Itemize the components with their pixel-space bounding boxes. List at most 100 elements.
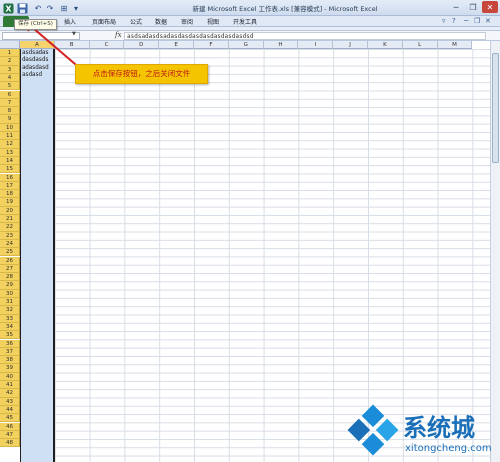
row-header-2[interactable]: 2 — [0, 57, 20, 66]
row-header-20[interactable]: 20 — [0, 206, 20, 215]
ribbon-collapse-icon[interactable]: ▿ — [442, 17, 446, 25]
row-header-12[interactable]: 12 — [0, 140, 20, 149]
row-header-34[interactable]: 34 — [0, 322, 20, 332]
tab-review[interactable]: 审阅 — [181, 17, 193, 26]
row-header-7[interactable]: 7 — [0, 98, 20, 108]
maximize-button[interactable]: ❐ — [465, 1, 481, 13]
column-header-b[interactable]: B — [54, 41, 90, 49]
row-header-37[interactable]: 37 — [0, 347, 20, 357]
row-header-27[interactable]: 27 — [0, 264, 20, 274]
scrollbar-thumb[interactable] — [492, 53, 499, 163]
undo-button[interactable]: ↶ — [32, 2, 44, 14]
column-header-m[interactable]: M — [437, 41, 473, 49]
redo-button[interactable]: ↷ — [44, 2, 56, 14]
column-header-e[interactable]: E — [159, 41, 194, 49]
column-header-i[interactable]: I — [298, 41, 334, 49]
select-all-corner[interactable] — [0, 41, 20, 49]
doc-restore-icon[interactable]: ❐ — [474, 17, 480, 25]
row-header-22[interactable]: 22 — [0, 223, 20, 232]
column-header-k[interactable]: K — [368, 41, 403, 49]
doc-minimize-icon[interactable]: ─ — [464, 17, 468, 25]
row-header-41[interactable]: 41 — [0, 381, 20, 390]
row-header-28[interactable]: 28 — [0, 273, 20, 282]
cell-a1[interactable]: asdsadas dasdasds adasdasd asdasd — [22, 49, 56, 78]
column-header-d[interactable]: D — [124, 41, 160, 49]
row-header-40[interactable]: 40 — [0, 372, 20, 381]
tab-data[interactable]: 数据 — [155, 17, 167, 26]
name-box-dropdown-icon[interactable]: ▼ — [72, 31, 76, 37]
cell-area[interactable] — [20, 49, 490, 462]
row-header-36[interactable]: 36 — [0, 339, 20, 348]
row-header-46[interactable]: 46 — [0, 422, 20, 431]
restore-icon: ❐ — [469, 2, 477, 12]
selected-column-a[interactable] — [20, 49, 55, 462]
row-header-1[interactable]: 1 — [0, 49, 20, 58]
row-header-31[interactable]: 31 — [0, 298, 20, 307]
row-header-3[interactable]: 3 — [0, 65, 20, 74]
row-header-17[interactable]: 17 — [0, 181, 20, 191]
name-box[interactable] — [2, 32, 80, 40]
insert-function-icon[interactable]: fx — [115, 31, 122, 39]
row-header-9[interactable]: 9 — [0, 115, 20, 124]
row-header-24[interactable]: 24 — [0, 239, 20, 249]
row-header-25[interactable]: 25 — [0, 248, 20, 257]
row-header-4[interactable]: 4 — [0, 73, 20, 83]
row-header-33[interactable]: 33 — [0, 314, 20, 323]
formula-input[interactable]: asdsadasdsadasdasdasdasdasdasdasdsd — [124, 32, 486, 40]
column-header-j[interactable]: J — [333, 41, 368, 49]
row-header-47[interactable]: 47 — [0, 430, 20, 440]
tab-developer[interactable]: 开发工具 — [233, 17, 257, 26]
tab-insert[interactable]: 插入 — [64, 17, 76, 26]
row-header-5[interactable]: 5 — [0, 82, 20, 91]
row-header-35[interactable]: 35 — [0, 331, 20, 340]
close-button[interactable]: ✕ — [482, 1, 498, 13]
row-header-23[interactable]: 23 — [0, 231, 20, 240]
column-header-h[interactable]: H — [263, 41, 299, 49]
row-header-11[interactable]: 11 — [0, 132, 20, 141]
row-header-10[interactable]: 10 — [0, 123, 20, 132]
row-header-39[interactable]: 39 — [0, 364, 20, 373]
row-header-14[interactable]: 14 — [0, 156, 20, 166]
row-header-30[interactable]: 30 — [0, 289, 20, 298]
row-header-8[interactable]: 8 — [0, 107, 20, 116]
row-header-15[interactable]: 15 — [0, 165, 20, 174]
row-header-16[interactable]: 16 — [0, 173, 20, 182]
qat-dropdown-button[interactable]: ▾ — [70, 2, 82, 14]
minimize-button[interactable]: ─ — [448, 1, 464, 13]
row-header-48[interactable]: 48 — [0, 439, 20, 448]
row-header-44[interactable]: 44 — [0, 405, 20, 415]
column-header-l[interactable]: L — [402, 41, 438, 49]
minimize-icon: ─ — [453, 2, 459, 12]
cell-a1-line: asdasd — [22, 70, 42, 78]
cell-a1-line: adasdasd — [22, 63, 49, 71]
column-header-a[interactable]: A — [20, 41, 55, 49]
row-header-6[interactable]: 6 — [0, 90, 20, 99]
vertical-scrollbar[interactable] — [490, 41, 500, 462]
row-header-19[interactable]: 19 — [0, 198, 20, 207]
row-header-45[interactable]: 45 — [0, 414, 20, 423]
window-title: 新建 Microsoft Excel 工作表.xls [兼容模式] - Micr… — [192, 5, 378, 13]
row-header-18[interactable]: 18 — [0, 190, 20, 199]
column-header-c[interactable]: C — [89, 41, 125, 49]
doc-close-icon[interactable]: ✕ — [485, 17, 491, 25]
row-header-32[interactable]: 32 — [0, 306, 20, 315]
row-header-42[interactable]: 42 — [0, 389, 20, 398]
row-header-21[interactable]: 21 — [0, 215, 20, 224]
excel-logo-icon: X — [2, 2, 14, 14]
row-header-38[interactable]: 38 — [0, 356, 20, 365]
save-button[interactable] — [16, 2, 28, 14]
tab-page-layout[interactable]: 页面布局 — [92, 17, 116, 26]
tab-formulas[interactable]: 公式 — [130, 17, 142, 26]
svg-text:X: X — [5, 4, 12, 13]
ribbon-tab-bar: 插入 页面布局 公式 数据 审阅 视图 开发工具 ▿ ? ─ ❐ ✕ — [0, 16, 500, 27]
customize-qat-button[interactable]: ⊞ — [58, 2, 70, 14]
row-header-26[interactable]: 26 — [0, 256, 20, 265]
help-icon[interactable]: ? — [452, 17, 456, 25]
column-header-f[interactable]: F — [194, 41, 229, 49]
column-header-g[interactable]: G — [228, 41, 264, 49]
row-header-43[interactable]: 43 — [0, 397, 20, 406]
grid-icon: ⊞ — [60, 3, 68, 13]
row-header-13[interactable]: 13 — [0, 148, 20, 157]
tab-view[interactable]: 视图 — [207, 17, 219, 26]
row-header-29[interactable]: 29 — [0, 281, 20, 290]
